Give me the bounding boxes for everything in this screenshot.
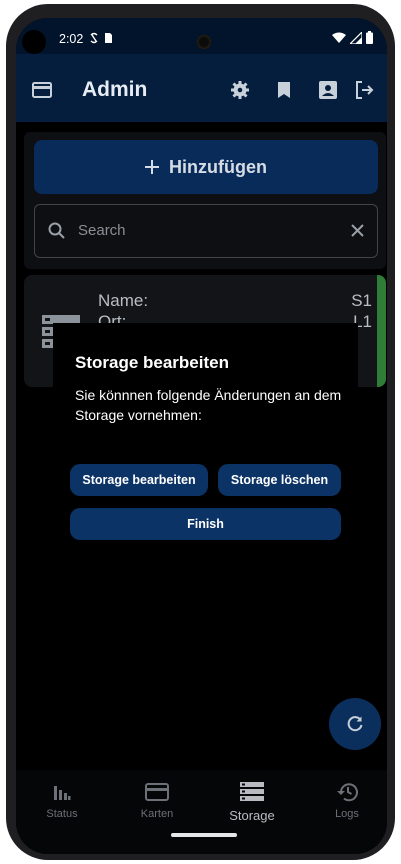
wifi-icon bbox=[332, 32, 346, 43]
nav-status[interactable]: Status bbox=[27, 782, 97, 820]
dialog-title: Storage bearbeiten bbox=[75, 353, 229, 372]
search-icon bbox=[48, 222, 65, 239]
card-icon[interactable] bbox=[32, 80, 52, 100]
nav-logs-label: Logs bbox=[335, 808, 359, 820]
delete-storage-button[interactable]: Storage löschen bbox=[218, 464, 341, 496]
card-label-name: Name: bbox=[98, 291, 149, 310]
battery-icon bbox=[366, 31, 373, 44]
screen: 2:02 Admin Hinzufügen Search Name: Ort: … bbox=[16, 18, 387, 854]
nav-status-label: Status bbox=[46, 808, 78, 820]
card-value-name: S1 bbox=[351, 291, 372, 310]
search-field[interactable]: Search bbox=[34, 204, 378, 258]
nav-karten[interactable]: Karten bbox=[122, 782, 192, 820]
status-time: 2:02 bbox=[59, 32, 84, 46]
refresh-button[interactable] bbox=[329, 698, 381, 750]
add-button-label: Hinzufügen bbox=[169, 156, 267, 177]
cards-icon bbox=[145, 783, 169, 801]
status-accent bbox=[377, 275, 386, 387]
phone-frame: 2:02 Admin Hinzufügen Search Name: Ort: … bbox=[6, 4, 395, 860]
app-title: Admin bbox=[82, 78, 148, 101]
bottom-nav: Status Karten Storage Logs bbox=[16, 770, 387, 854]
app-bar: Admin bbox=[16, 54, 387, 122]
plus-icon bbox=[145, 160, 159, 174]
edit-storage-button[interactable]: Storage bearbeiten bbox=[70, 464, 208, 496]
account-box-icon[interactable] bbox=[318, 80, 338, 100]
add-button[interactable]: Hinzufügen bbox=[34, 140, 378, 194]
storage-icon bbox=[240, 782, 264, 801]
status-bar: 2:02 bbox=[16, 18, 387, 54]
bookmark-icon[interactable] bbox=[274, 80, 294, 100]
search-placeholder: Search bbox=[78, 222, 126, 239]
nav-karten-label: Karten bbox=[140, 808, 174, 820]
system-icons bbox=[332, 31, 373, 44]
close-icon[interactable] bbox=[351, 224, 364, 237]
refresh-icon bbox=[347, 716, 363, 732]
settings-icon[interactable] bbox=[230, 80, 250, 100]
finish-button[interactable]: Finish bbox=[70, 508, 341, 540]
nav-logs[interactable]: Logs bbox=[312, 782, 382, 820]
nav-storage-label: Storage bbox=[229, 808, 275, 823]
nav-storage[interactable]: Storage bbox=[217, 782, 287, 823]
edit-storage-dialog: Storage bearbeiten Sie könnnen folgende … bbox=[53, 323, 358, 559]
signal-icon bbox=[350, 31, 362, 44]
gesture-bar[interactable] bbox=[171, 833, 237, 837]
camera-cutout bbox=[22, 30, 46, 54]
sim-icon bbox=[104, 32, 113, 47]
front-camera bbox=[197, 35, 211, 49]
vpn-icon bbox=[89, 32, 99, 47]
logout-icon[interactable] bbox=[354, 80, 374, 100]
history-icon bbox=[337, 783, 358, 802]
status-icon bbox=[54, 786, 71, 800]
dialog-message: Sie könnnen folgende Änderungen an dem S… bbox=[75, 387, 342, 423]
